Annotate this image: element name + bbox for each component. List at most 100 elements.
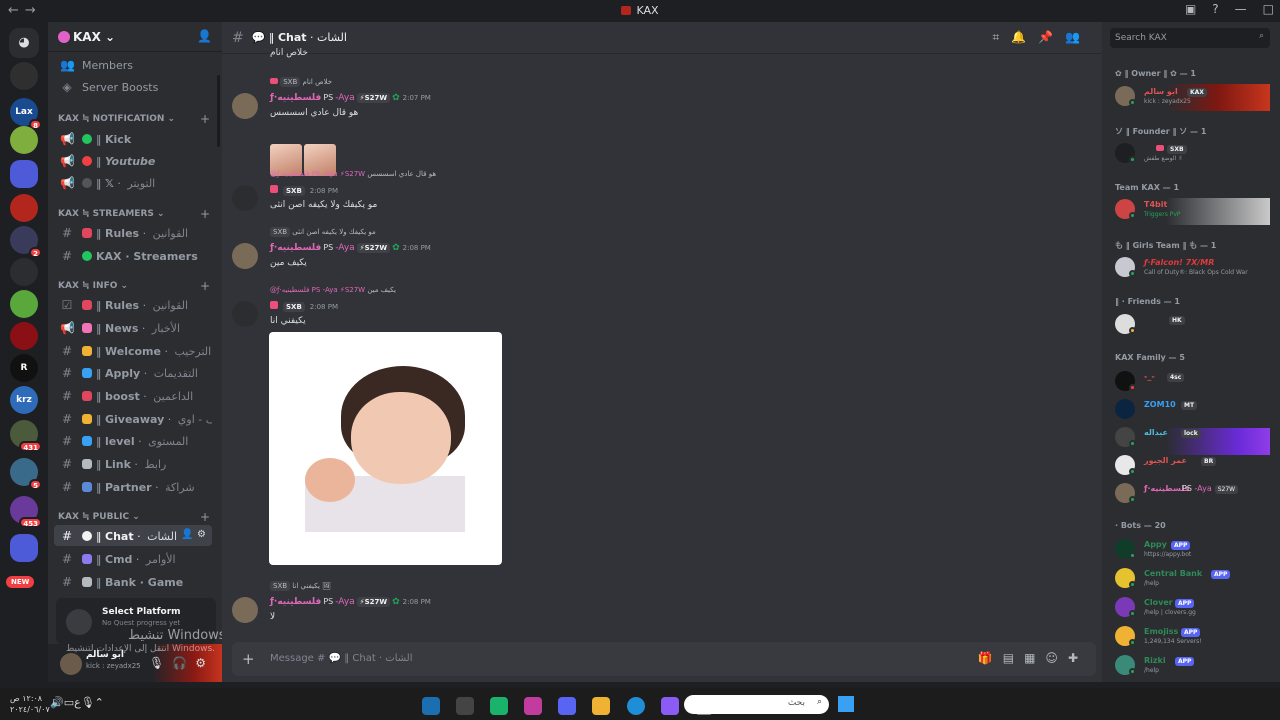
channel-chat[interactable]: # ‖ Chat · الشات 👤 ⚙ — [54, 525, 212, 546]
channel-list[interactable]: 👥 Members ◈ Server Boosts KAX ≒ NOTIFICATI… — [48, 44, 216, 604]
chevron-up-icon[interactable]: ⌃ — [95, 696, 104, 709]
avatar[interactable] — [232, 301, 258, 327]
app-icon[interactable] — [524, 696, 543, 715]
volume-icon[interactable]: 🔊 — [50, 696, 64, 709]
avatar[interactable] — [232, 93, 258, 119]
channel-bank-game[interactable]: # ‖ Bank · Game — [54, 571, 212, 592]
reply-preview[interactable]: @ƒ·فلسطينيه PS -Aya ⚡S27W يكيف مين — [270, 286, 396, 294]
channel-news[interactable]: 📢 ‖ News · الأخبار — [54, 317, 212, 338]
headphones-icon[interactable]: 🎧 — [172, 656, 195, 670]
inbox-icon[interactable]: ▣ — [1185, 2, 1196, 16]
server-folder-icon[interactable] — [10, 534, 38, 562]
server-icon[interactable]: R — [10, 354, 38, 382]
sidebar-scrollbar[interactable] — [217, 75, 220, 147]
channel-level[interactable]: # ‖ level · المستوى — [54, 430, 212, 451]
server-icon[interactable]: Lax 8 — [10, 98, 42, 130]
threads-icon[interactable]: ⌗ — [992, 30, 1011, 44]
member-item[interactable]: عمر الجبور BR — [1114, 453, 1274, 479]
file-explorer-icon[interactable] — [592, 696, 611, 715]
server-icon[interactable]: 2 — [10, 226, 42, 258]
bot-item[interactable]: Central Bank APP/help — [1114, 566, 1274, 592]
avatar[interactable] — [60, 653, 82, 675]
member-item[interactable]: ƒ·Falcon! 7X/MR Call of Duty®: Black Ops … — [1114, 255, 1274, 281]
pin-icon[interactable]: 📌 — [1038, 30, 1065, 44]
gif-icon[interactable]: ▤ — [1003, 651, 1024, 665]
bot-item[interactable]: Rizki APP/help — [1114, 653, 1274, 679]
settings-gear-icon[interactable]: ⚙ — [197, 529, 206, 540]
channel-cmd[interactable]: # ‖ Cmd · الأوامر — [54, 548, 212, 569]
member-item[interactable]: ابو سالم KAX kick : zeyadx25 — [1114, 84, 1274, 110]
member-item[interactable]: HK — [1114, 312, 1274, 338]
member-item[interactable]: ƒ·فلسطينيه PS -Aya S27W — [1114, 481, 1274, 507]
bell-icon[interactable]: 🔔 — [1011, 30, 1038, 44]
channel-rules[interactable]: ☑ ‖ Rules · القوانين — [54, 294, 212, 315]
channel-x[interactable]: 📢 ‖ 𝕏 · التويتر — [54, 172, 212, 193]
channel-youtube[interactable]: 📢 ‖ Youtube — [54, 150, 212, 171]
baby-sticker-image[interactable] — [269, 332, 502, 565]
copilot-icon[interactable] — [660, 696, 679, 715]
edge-icon[interactable] — [626, 696, 645, 715]
category-public[interactable]: KAX ≒ PUBLIC ⌄ + — [58, 510, 214, 524]
help-icon[interactable]: ? — [1212, 2, 1218, 16]
avatar[interactable] — [232, 243, 258, 269]
channel-rules-streamers[interactable]: # ‖ Rules · القوانين — [54, 222, 212, 243]
members-item[interactable]: 👥 Members — [54, 54, 212, 75]
add-attachment-icon[interactable]: + — [242, 650, 255, 668]
server-icon[interactable] — [10, 62, 38, 90]
add-channel-icon[interactable]: + — [200, 510, 210, 524]
windows-start-icon[interactable] — [838, 696, 854, 712]
server-icon[interactable] — [10, 126, 38, 154]
emoji-icon[interactable]: ☺ — [1045, 651, 1068, 665]
server-boosts-item[interactable]: ◈ Server Boosts — [54, 76, 212, 97]
channel-giveaway[interactable]: #‖ Giveaway · قيف - اوي — [54, 408, 212, 429]
add-channel-icon[interactable]: + — [200, 207, 210, 221]
channel-boost[interactable]: # ‖ boost · الداعمين — [54, 385, 212, 406]
member-item[interactable]: ZOM10 MT — [1114, 397, 1274, 423]
member-item[interactable]: -_- 4sc — [1114, 369, 1274, 395]
channel-link[interactable]: # ‖ Link · رابط — [54, 453, 212, 474]
invite-icon[interactable]: 👤 — [181, 529, 193, 540]
discord-home-icon[interactable]: ◕ — [9, 28, 39, 58]
clock[interactable]: ١٢:٠٨ ص ٢٠٢٤/٠٦/٠٧ — [10, 693, 50, 715]
taskbar-search[interactable]: بحث ⌕ — [684, 695, 829, 714]
member-item[interactable]: SXB الوضع طفش ✌ — [1114, 141, 1274, 167]
channel-kick[interactable]: 📢 ‖ Kick — [54, 128, 212, 149]
server-folder-icon[interactable]: 431 — [10, 420, 42, 452]
discord-icon[interactable] — [558, 696, 577, 715]
apps-icon[interactable]: ✚ — [1068, 651, 1088, 665]
app-icon[interactable] — [456, 696, 475, 715]
network-icon[interactable]: ▭ — [64, 696, 74, 709]
bot-item[interactable]: Emojiss APP 1,249,134 Servers! — [1114, 624, 1274, 650]
maximize-button[interactable]: □ — [1263, 2, 1274, 16]
channel-partner[interactable]: # ‖ Partner · شراكة — [54, 476, 212, 497]
message-input[interactable]: + Message # 💬 ‖ Chat · الشات 🎁▤▦☺✚ — [232, 642, 1096, 676]
server-icon[interactable] — [10, 322, 38, 350]
server-folder-icon[interactable]: 453 — [10, 496, 42, 528]
avatar[interactable] — [232, 185, 258, 211]
app-icon[interactable] — [490, 696, 509, 715]
add-channel-icon[interactable]: + — [200, 112, 210, 126]
server-icon[interactable] — [10, 258, 38, 286]
channel-welcome[interactable]: # ‖ Welcome · الترحيب — [54, 340, 212, 361]
member-item[interactable]: عبداله lock — [1114, 425, 1274, 451]
member-list-icon[interactable]: 👥 — [1065, 30, 1092, 44]
bot-item[interactable]: Appy APP https://appy.bot — [1114, 537, 1274, 563]
reply-preview[interactable]: SXB خلاص انام — [270, 77, 332, 87]
reply-preview[interactable]: @ƒ·فلسطينيه PS -Aya ⚡S27W هو قال عادي اس… — [270, 170, 436, 178]
reply-preview[interactable]: SXB مو يكيفك ولا يكيفه اصن انثى — [270, 227, 376, 237]
microphone-icon[interactable]: 🎙 — [81, 696, 95, 709]
search-input[interactable]: Search KAX ⌕ — [1110, 28, 1270, 48]
minimize-button[interactable]: — — [1235, 2, 1247, 16]
server-icon[interactable]: krz — [10, 386, 38, 414]
server-icon[interactable] — [10, 194, 38, 222]
server-folder-icon[interactable]: 5 — [10, 458, 42, 490]
category-notification[interactable]: KAX ≒ NOTIFICATION ⌄ + — [58, 112, 214, 126]
invite-people-icon[interactable]: 👤 — [197, 29, 212, 43]
gift-icon[interactable]: 🎁 — [978, 651, 1003, 665]
category-streamers[interactable]: KAX ≒ STREAMERS ⌄ + — [58, 207, 214, 221]
bot-item[interactable]: Clover APP/help | clovers.gg — [1114, 595, 1274, 621]
avatar[interactable] — [232, 597, 258, 623]
channel-kax-streamers[interactable]: # KAX · Streamers — [54, 245, 212, 266]
add-channel-icon[interactable]: + — [200, 279, 210, 293]
category-info[interactable]: KAX ≒ INFO ⌄ + — [58, 279, 214, 293]
